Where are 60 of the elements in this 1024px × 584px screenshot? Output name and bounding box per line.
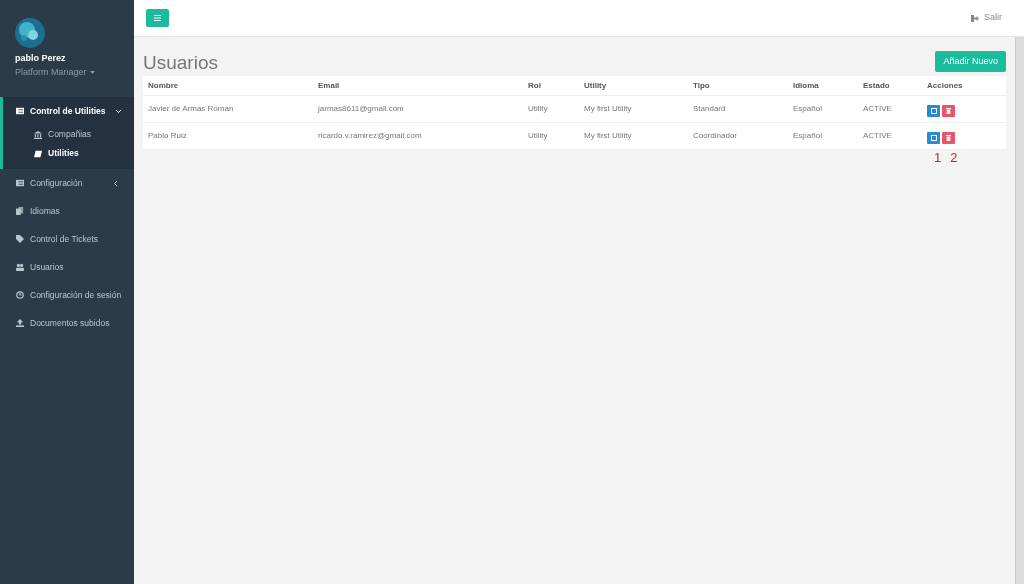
- table-cell-text: Español: [793, 130, 823, 142]
- table-cell-text: My first Utility: [584, 103, 633, 115]
- user-name: pablo Perez: [15, 52, 67, 65]
- nav-item[interactable]: Idiomas: [0, 197, 134, 225]
- list-icon: [16, 179, 24, 187]
- column-header: Acciones: [927, 79, 964, 92]
- caret-icon: [89, 70, 95, 74]
- table-cell-text: Pablo Ruiz: [148, 130, 188, 142]
- menu-button[interactable]: [146, 9, 169, 27]
- column-header: Idioma: [793, 79, 820, 92]
- column-header: Utility: [584, 79, 608, 92]
- nav-subitem[interactable]: Compañias: [3, 125, 134, 144]
- trash-icon: [946, 108, 951, 114]
- edit-icon: [930, 135, 937, 141]
- nav-item[interactable]: Configuración: [0, 169, 134, 197]
- logout-icon: [971, 14, 979, 22]
- nav-item[interactable]: Control de Utilities: [3, 97, 134, 125]
- menu-icon: [154, 15, 161, 21]
- users-icon: [16, 263, 24, 271]
- table-cell-text: My first Utility: [584, 130, 633, 142]
- bank-icon: [34, 130, 42, 139]
- delete-button[interactable]: [942, 105, 955, 117]
- user-role[interactable]: Platform Manager: [15, 65, 119, 79]
- annotation-number: 2: [950, 151, 958, 164]
- column-header: Email: [318, 79, 341, 92]
- chevron-down-icon: [115, 108, 122, 114]
- edit-icon: [930, 108, 937, 114]
- nav-item[interactable]: Control de Tickets: [0, 225, 134, 253]
- nav-subitem[interactable]: Utilities: [3, 144, 134, 163]
- table-cell-text: ACTIVE: [863, 103, 893, 115]
- table-cell-text: Español: [793, 103, 823, 115]
- tag-icon: [16, 235, 24, 243]
- clock-icon: [16, 291, 24, 299]
- annotation-number: 1: [934, 151, 942, 164]
- chevron-left-icon: [113, 179, 118, 187]
- table-cell-text: Utility: [528, 103, 549, 115]
- delete-button[interactable]: [942, 132, 955, 144]
- nav-item[interactable]: Configuración de sesión: [0, 281, 134, 309]
- column-header: Estado: [863, 79, 891, 92]
- nav-item[interactable]: Documentos subidos: [0, 309, 134, 337]
- trash-icon: [946, 135, 951, 141]
- table-cell-text: Standard: [693, 103, 727, 115]
- edit-button[interactable]: [927, 105, 940, 117]
- table-cell-text: ACTIVE: [863, 130, 893, 142]
- copy-icon: [16, 207, 24, 215]
- edit-button[interactable]: [927, 132, 940, 144]
- book-icon: [34, 149, 42, 158]
- table-cell-text: jarmas8611@gmail.com: [318, 103, 405, 115]
- list-icon: [16, 107, 24, 115]
- column-header: Rol: [528, 79, 542, 92]
- table-cell-text: ricardo.v.ramirez@gmail.com: [318, 130, 423, 142]
- nav-item[interactable]: Usuarios: [0, 253, 134, 281]
- upload-icon: [16, 319, 24, 327]
- column-header: Nombre: [148, 79, 180, 92]
- logout-link[interactable]: Salir: [971, 11, 1002, 25]
- table-cell-text: Javier de Armas Roman: [148, 103, 235, 115]
- column-header: Tipo: [693, 79, 711, 92]
- table-cell-text: Utility: [528, 130, 549, 142]
- table-cell-text: Coordinador: [693, 130, 739, 142]
- page-title: Usuarios: [143, 53, 218, 72]
